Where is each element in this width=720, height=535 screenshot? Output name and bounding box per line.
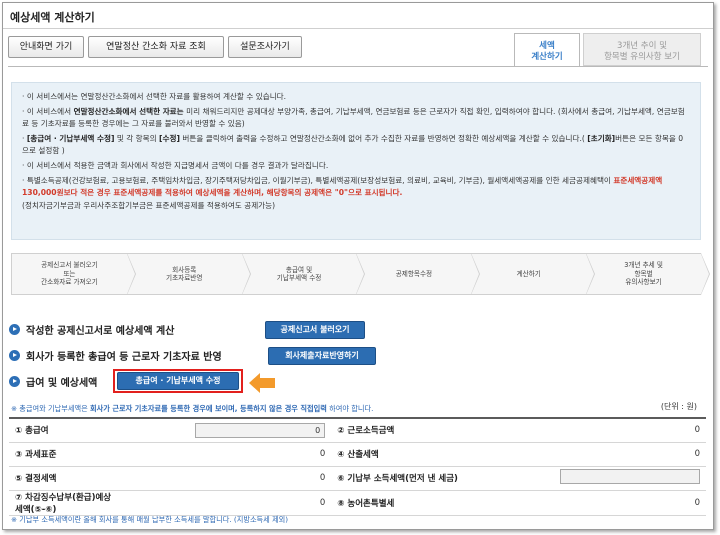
info-item: · 특별소득공제(건강보험료, 고용보험료, 주택임차차입금, 장기주택저당차입… <box>22 175 663 210</box>
section-label: 작성한 공제신고서로 예상세액 계산 <box>26 325 175 337</box>
step-import: 공제신고서 불러오기 또는 간소화자료 가져오기 <box>11 253 136 295</box>
load-deduction-form-button[interactable]: 공제신고서 불러오기 <box>265 321 365 339</box>
prepaid-tax-label: ⑥ 기납부 소득세액(먼저 낸 세금) <box>331 465 498 491</box>
section-salary-tax: 급여 및 예상세액 <box>9 371 97 391</box>
section-company-data: 회사가 등록한 총급여 등 근로자 기초자료 반영 <box>9 345 222 365</box>
section-deduction-form: 작성한 공제신고서로 예상세액 계산 <box>9 319 174 339</box>
step-company-data: 회사등록 기초자료반영 <box>126 253 251 295</box>
footer-note: ※ 기납부 소득세액이란 올해 회사를 통해 매월 납부한 소득세를 말합니다.… <box>11 515 289 524</box>
step-deduction-edit: 공제항목수정 <box>356 253 481 295</box>
rural-special-tax-value: 0 <box>497 489 706 516</box>
determined-tax-label: ⑤ 결정세액 <box>9 465 125 491</box>
total-salary-input[interactable]: 0 <box>195 422 326 438</box>
tax-summary-table: ① 총급여 0 ② 근로소득금액 0 ③ 과세표준 0 ④ 산출세액 0 ⑤ 결… <box>9 417 706 516</box>
expected-refund-label: ⑦ 차감징수납부(환급)예상세액(⑤-⑥) <box>9 489 125 516</box>
section-label: 급여 및 예상세액 <box>26 377 98 389</box>
tax-base-label: ③ 과세표준 <box>9 441 125 467</box>
tab-tax-calc[interactable]: 세액 계산하기 <box>514 33 580 67</box>
total-salary-cell: 0 <box>124 417 332 443</box>
table-row: ⑦ 차감징수납부(환급)예상세액(⑤-⑥) 0 ⑧ 농어촌특별세 0 <box>9 489 706 516</box>
arrow-bullet-icon <box>9 375 20 387</box>
computed-tax-label: ④ 산출세액 <box>331 441 498 467</box>
section-label: 회사가 등록한 총급여 등 근로자 기초자료 반영 <box>26 351 222 363</box>
arrow-bullet-icon <box>9 323 20 335</box>
table-row: ① 총급여 0 ② 근로소득금액 0 <box>9 417 706 443</box>
salary-note: ※ 총급여와 기납부세액은 회사가 근로자 기초자료를 등록한 경우에 보이며,… <box>11 404 374 413</box>
total-salary-label: ① 총급여 <box>9 417 125 443</box>
step-salary-edit: 총급여 및 기납부세액 수정 <box>241 253 366 295</box>
info-item: · [총급여 · 기납부세액 수정] 및 각 항목의 [수정] 버튼을 클릭하여… <box>22 133 684 156</box>
expected-refund-value: 0 <box>124 489 332 516</box>
survey-button[interactable]: 설문조사가기 <box>228 36 302 58</box>
window-title: 예상세액 계산하기 <box>10 11 95 24</box>
info-box: · 이 서비스에서는 연말정산간소화에서 선택한 자료를 활용하여 계산할 수 … <box>11 82 701 240</box>
info-item: · 이 서비스에서는 연말정산간소화에서 선택한 자료를 활용하여 계산할 수 … <box>22 92 287 101</box>
determined-tax-value: 0 <box>124 465 332 491</box>
info-item: · 이 서비스에서 적용한 금액과 회사에서 작성한 지급명세서 금액이 다를 … <box>22 160 329 170</box>
step-trend: 3개년 추세 및 항목별 유의사항보기 <box>586 253 710 295</box>
table-row: ③ 과세표준 0 ④ 산출세액 0 <box>9 441 706 467</box>
edit-salary-tax-button[interactable]: 총급여 · 기납부세액 수정 <box>117 372 239 390</box>
tax-base-value: 0 <box>124 441 332 467</box>
table-row: ⑤ 결정세액 0 ⑥ 기납부 소득세액(먼저 낸 세금) <box>9 465 706 491</box>
computed-tax-value: 0 <box>497 441 706 467</box>
apply-company-data-button[interactable]: 회사제출자료반영하기 <box>268 347 376 365</box>
home-button[interactable]: 안내화면 가기 <box>8 36 84 58</box>
main-window: 예상세액 계산하기 안내화면 가기 연말정산 간소화 자료 조회 설문조사가기 … <box>2 2 714 530</box>
simplified-data-button[interactable]: 연말정산 간소화 자료 조회 <box>88 36 224 58</box>
rural-special-tax-label: ⑧ 농어촌특별세 <box>331 489 498 516</box>
unit-label: (단위 : 원) <box>660 402 697 411</box>
info-item: · 이 서비스에서 연말정산간소화에서 선택한 자료는 미리 채워드리지만 공제… <box>22 106 685 129</box>
earned-income-value: 0 <box>497 417 706 443</box>
arrow-bullet-icon <box>9 349 20 361</box>
prepaid-tax-input[interactable] <box>560 469 700 484</box>
tab-divider <box>8 66 708 67</box>
earned-income-label: ② 근로소득금액 <box>331 417 498 443</box>
step-calculate: 계산하기 <box>471 253 595 295</box>
title-bar: 예상세액 계산하기 <box>3 3 713 29</box>
prepaid-tax-cell <box>497 465 706 491</box>
process-steps: 공제신고서 불러오기 또는 간소화자료 가져오기 회사등록 기초자료반영 총급여… <box>11 253 710 295</box>
pointer-arrow-icon <box>249 373 275 393</box>
tab-3year-trend[interactable]: 3개년 추이 및 항목별 유의사항 보기 <box>583 33 701 66</box>
